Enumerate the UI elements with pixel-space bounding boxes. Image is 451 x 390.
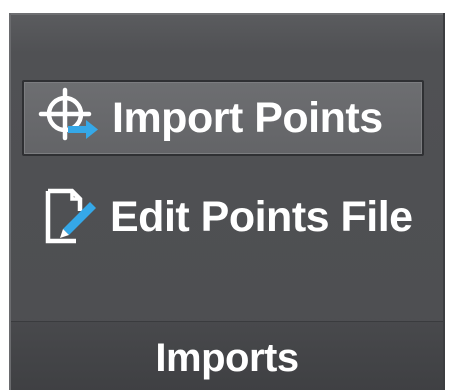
panel-title: Imports bbox=[155, 335, 299, 380]
import-points-icon bbox=[38, 87, 98, 141]
import-points-label: Import Points bbox=[112, 93, 383, 142]
screenshot-frame: Import Points Edit Points File Imports bbox=[0, 0, 451, 390]
ribbon-panel-imports: Import Points Edit Points File Imports bbox=[9, 13, 445, 390]
panel-title-bar[interactable]: Imports bbox=[11, 321, 443, 390]
edit-points-file-icon bbox=[45, 188, 96, 244]
edit-points-file-button[interactable]: Edit Points File bbox=[22, 179, 424, 255]
import-points-button[interactable]: Import Points bbox=[22, 80, 424, 156]
panel-top-edge bbox=[11, 13, 443, 15]
edit-points-file-label: Edit Points File bbox=[110, 192, 413, 241]
